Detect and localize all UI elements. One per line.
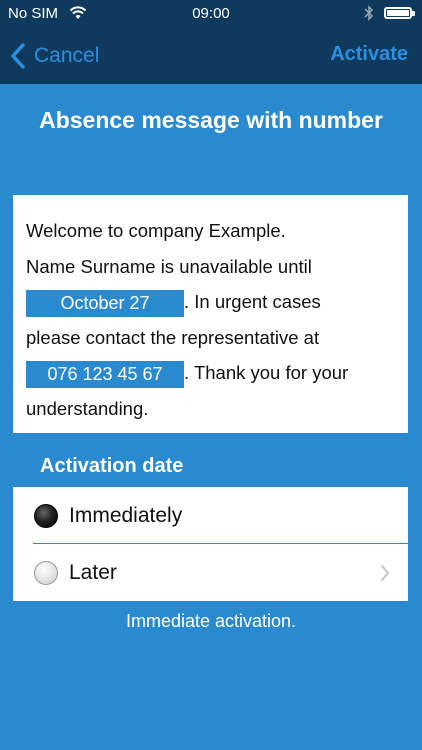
message-line: 076 123 45 67. Thank you for your [26, 355, 395, 391]
cancel-label: Cancel [34, 44, 100, 67]
chevron-right-icon [381, 565, 389, 581]
message-line: October 27. In urgent cases [26, 284, 395, 320]
page-title: Absence message with number [39, 107, 383, 133]
phone-field[interactable]: 076 123 45 67 [26, 360, 184, 388]
message-text: . Thank you for your [184, 362, 349, 383]
date-field[interactable]: October 27 [26, 289, 184, 317]
message-line: Welcome to company Example. [26, 220, 286, 241]
radio-unselected-icon [34, 560, 58, 585]
chevron-left-icon [11, 43, 25, 69]
clock: 09:00 [192, 5, 230, 22]
option-later[interactable]: Later [13, 544, 408, 601]
navigation-bar: Cancel Activate [0, 28, 422, 84]
message-editor: Welcome to company Example. Name Surname… [13, 195, 408, 433]
activate-button[interactable]: Activate [330, 43, 408, 66]
message-line: understanding. [26, 397, 149, 419]
message-text: . In urgent cases [184, 291, 321, 312]
option-label: Immediately [69, 503, 183, 527]
message-line: please contact the representative at [26, 326, 320, 348]
message-line: Name Surname is unavailable until [26, 255, 312, 277]
battery-icon [384, 7, 415, 19]
option-label: Later [69, 560, 117, 584]
activation-options: Immediately Later [13, 487, 408, 601]
status-bar: No SIM 09:00 [0, 0, 422, 28]
bluetooth-icon [364, 5, 374, 21]
activation-footnote: Immediate activation. [125, 611, 297, 631]
radio-selected-icon [34, 503, 58, 528]
activation-date-header: Activation date [40, 455, 184, 477]
cancel-button[interactable]: Cancel [10, 40, 99, 72]
option-immediately[interactable]: Immediately [13, 487, 408, 544]
